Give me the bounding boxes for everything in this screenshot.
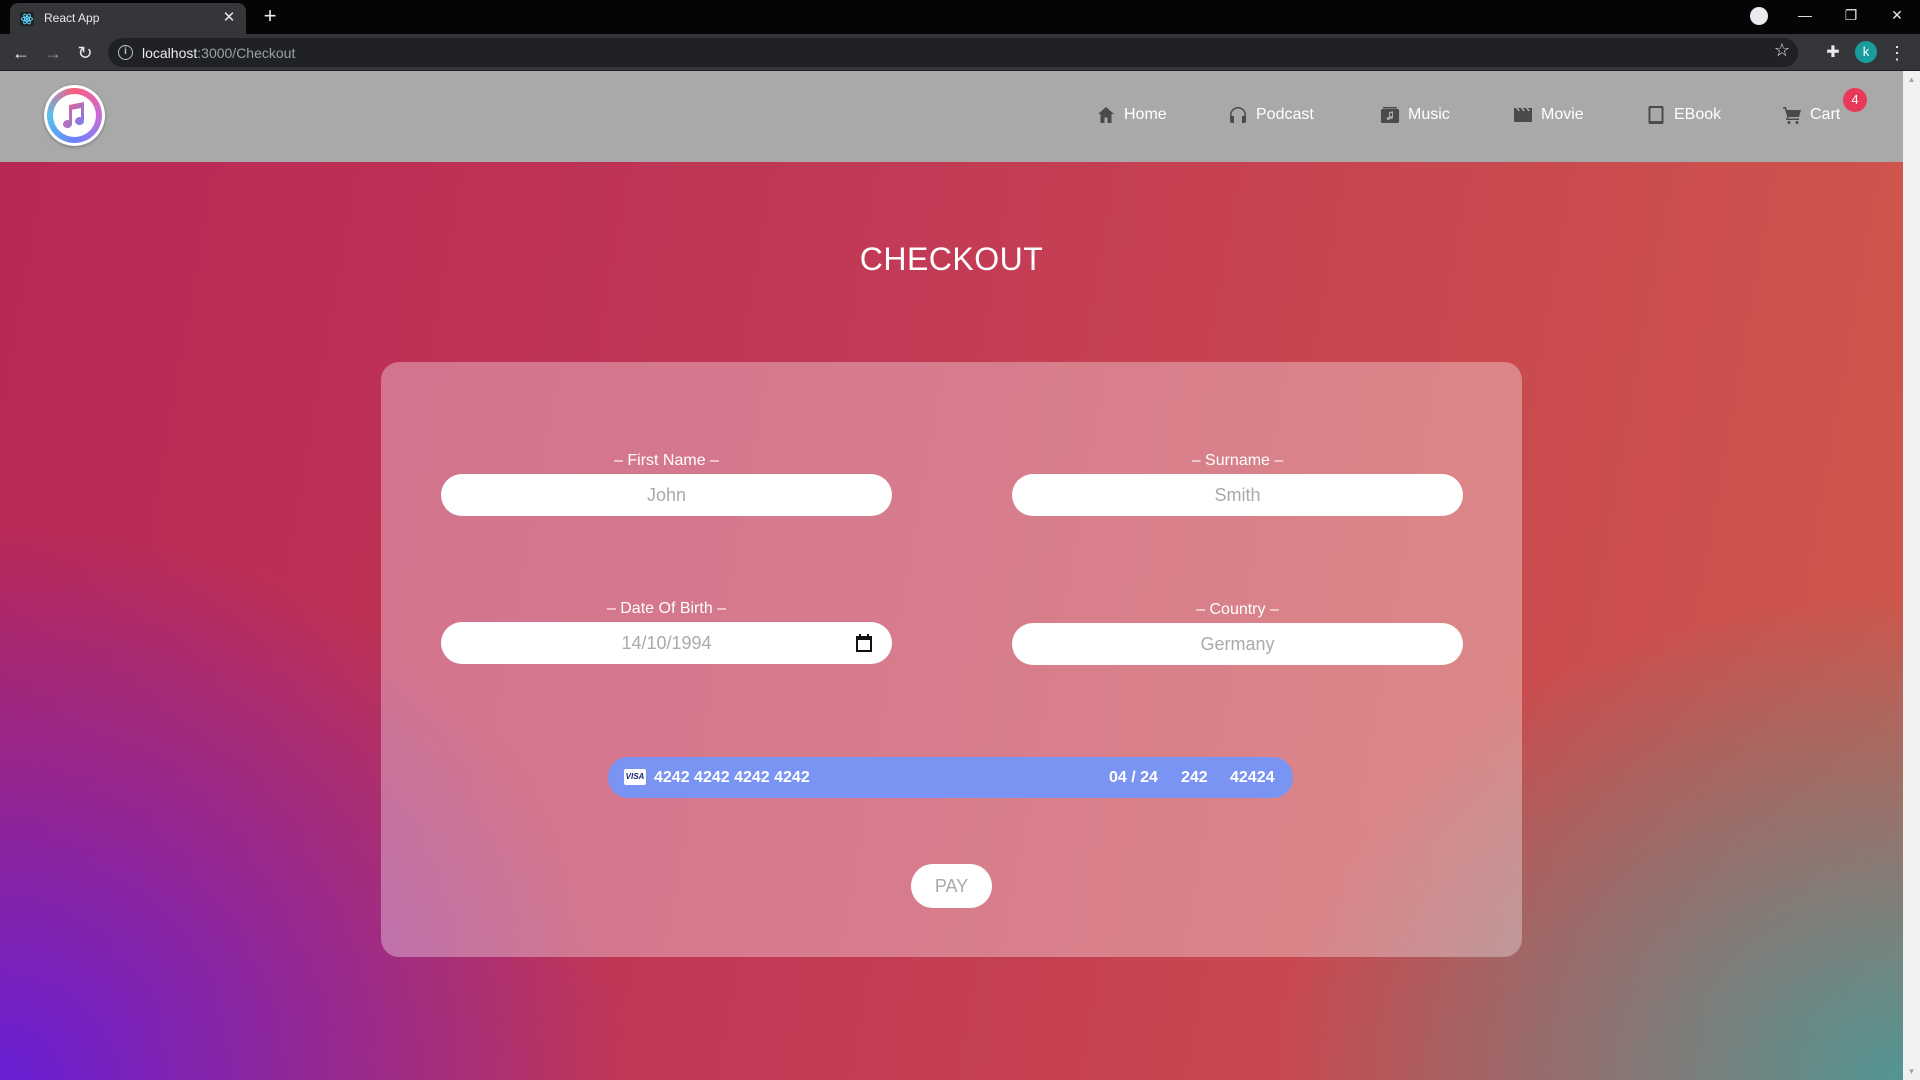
cart-count-badge: 4 [1843,88,1867,112]
clapperboard-icon [1514,108,1532,122]
music-logo[interactable] [44,85,105,146]
logo-ring [47,88,102,143]
page-viewport: Home Podcast Music Movie EBook Cart 4 CH… [0,71,1903,1080]
react-icon [20,12,34,26]
close-tab-icon[interactable]: ✕ [220,9,238,27]
nav-ebook-label: EBook [1674,106,1722,123]
browser-titlebar: React App ✕ + — ❐ ✕ [0,0,1920,34]
page-scrollbar[interactable]: ▲ ▼ [1903,71,1920,1080]
dob-input-wrap [441,622,892,664]
dob-label: – Date Of Birth – [606,600,727,617]
minimize-icon[interactable]: — [1782,0,1828,30]
nav-home[interactable]: Home [1096,103,1167,127]
card-number-input[interactable]: 4242 4242 4242 4242 [654,769,810,787]
logo-inner [53,94,96,137]
browser-toolbar: ← → ↻ i localhost:3000/Checkout ☆ ✚ k ⋮ [0,34,1920,71]
card-zip-input[interactable]: 42424 [1230,769,1275,787]
info-icon[interactable]: i [118,45,133,60]
address-bar[interactable]: i localhost:3000/Checkout ☆ [108,38,1798,67]
first-name-input[interactable] [441,474,892,516]
surname-field: – Surname – [1012,452,1463,516]
profile-avatar[interactable]: k [1855,41,1877,63]
card-cvc-input[interactable]: 242 [1181,769,1208,787]
visa-card-icon: VISA [624,769,646,785]
card-payment-element[interactable]: VISA 4242 4242 4242 4242 04 / 24 242 424… [608,757,1293,798]
browser-tab[interactable]: React App ✕ [10,3,246,34]
first-name-field: – First Name – [441,452,892,516]
scroll-up-icon[interactable]: ▲ [1903,71,1920,88]
restore-icon[interactable]: ❐ [1828,0,1874,30]
pay-button[interactable]: PAY [911,864,992,908]
reload-icon[interactable]: ↻ [72,40,98,66]
home-icon [1098,107,1114,123]
nav-home-label: Home [1124,106,1167,123]
page-title: CHECKOUT [859,241,1044,277]
nav-podcast[interactable]: Podcast [1228,103,1314,127]
nav-cart-label: Cart [1810,106,1841,123]
nav-music[interactable]: Music [1380,103,1450,127]
new-tab-icon[interactable]: + [258,5,282,29]
dob-field: – Date Of Birth – [441,600,892,664]
country-field: – Country – [1012,601,1463,665]
surname-label: – Surname – [1191,452,1284,469]
forward-icon[interactable]: → [40,40,66,66]
music-note-icon [63,102,85,129]
scroll-down-icon[interactable]: ▼ [1903,1063,1920,1080]
country-label: – Country – [1196,601,1279,618]
tablet-icon [1648,106,1664,124]
checkout-form-card: – First Name – – Surname – – Date Of Bir… [381,362,1522,957]
country-input[interactable] [1012,623,1463,665]
headphones-icon [1230,107,1246,123]
calendar-icon[interactable] [854,633,874,653]
dob-input[interactable] [441,622,892,664]
media-control-icon[interactable] [1750,7,1768,25]
card-expiry-input[interactable]: 04 / 24 [1109,769,1158,787]
nav-movie[interactable]: Movie [1513,103,1584,127]
extensions-icon[interactable]: ✚ [1820,40,1846,66]
nav-podcast-label: Podcast [1256,106,1314,123]
back-icon[interactable]: ← [8,40,34,66]
music-icon [1381,107,1399,123]
close-window-icon[interactable]: ✕ [1874,0,1920,30]
menu-icon[interactable]: ⋮ [1884,40,1910,66]
cart-icon [1783,107,1801,124]
tab-title: React App [44,11,100,25]
nav-cart[interactable]: Cart [1782,103,1840,127]
surname-input[interactable] [1012,474,1463,516]
nav-ebook[interactable]: EBook [1646,103,1721,127]
nav-movie-label: Movie [1541,106,1584,123]
bookmark-star-icon[interactable]: ☆ [1774,40,1790,61]
first-name-label: – First Name – [614,452,719,469]
url-text: localhost:3000/Checkout [142,45,296,61]
site-navbar: Home Podcast Music Movie EBook Cart 4 [0,71,1903,162]
nav-music-label: Music [1408,106,1450,123]
